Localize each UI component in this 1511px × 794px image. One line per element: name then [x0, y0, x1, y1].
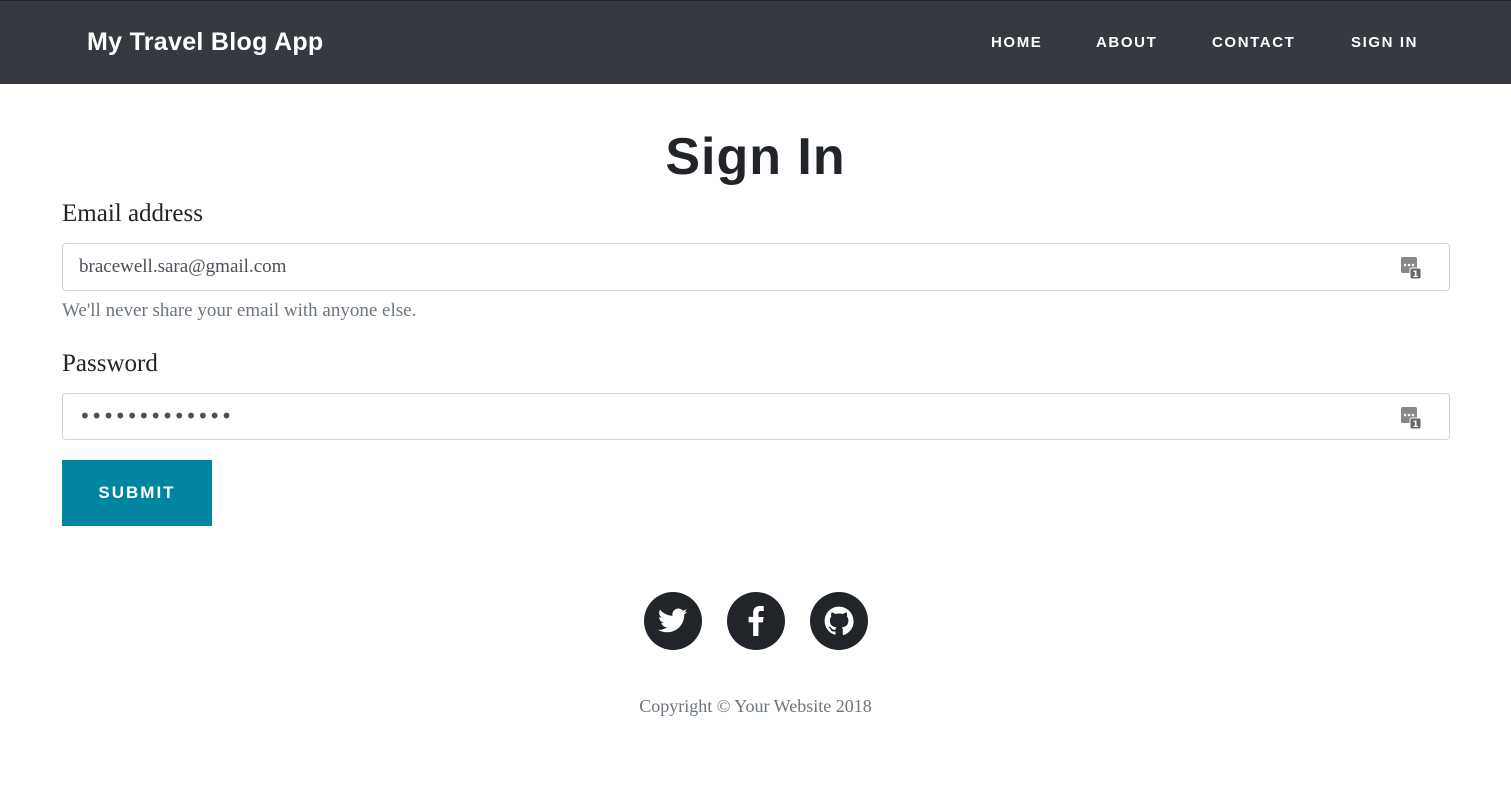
twitter-link[interactable]	[644, 592, 702, 650]
password-manager-icon[interactable]: 1	[1401, 407, 1421, 429]
nav-link-home[interactable]: HOME	[991, 34, 1042, 51]
nav-link-contact[interactable]: CONTACT	[1212, 34, 1295, 51]
copyright-text: Copyright © Your Website 2018	[639, 696, 872, 716]
password-manager-icon[interactable]: 1	[1401, 257, 1421, 279]
github-link[interactable]	[810, 592, 868, 650]
password-value: •••••••••••••	[79, 404, 233, 428]
svg-text:1: 1	[1412, 420, 1418, 429]
nav-link-about[interactable]: ABOUT	[1096, 34, 1157, 51]
email-field[interactable]: bracewell.sara@gmail.com 1	[62, 243, 1450, 291]
svg-text:1: 1	[1412, 270, 1418, 279]
twitter-icon	[658, 608, 688, 633]
navbar: My Travel Blog App HOME ABOUT CONTACT SI…	[0, 0, 1511, 84]
password-field[interactable]: ••••••••••••• 1	[62, 393, 1450, 440]
submit-button[interactable]: SUBMIT	[62, 460, 212, 526]
brand-link[interactable]: My Travel Blog App	[87, 28, 323, 57]
facebook-icon	[748, 606, 764, 636]
github-icon	[824, 606, 854, 636]
password-label: Password	[62, 350, 158, 377]
facebook-link[interactable]	[727, 592, 785, 650]
email-help-text: We'll never share your email with anyone…	[62, 300, 417, 321]
nav-link-sign-in[interactable]: SIGN IN	[1351, 34, 1418, 51]
email-label: Email address	[62, 200, 203, 227]
email-value: bracewell.sara@gmail.com	[79, 256, 287, 277]
page-title: Sign In	[665, 128, 846, 186]
